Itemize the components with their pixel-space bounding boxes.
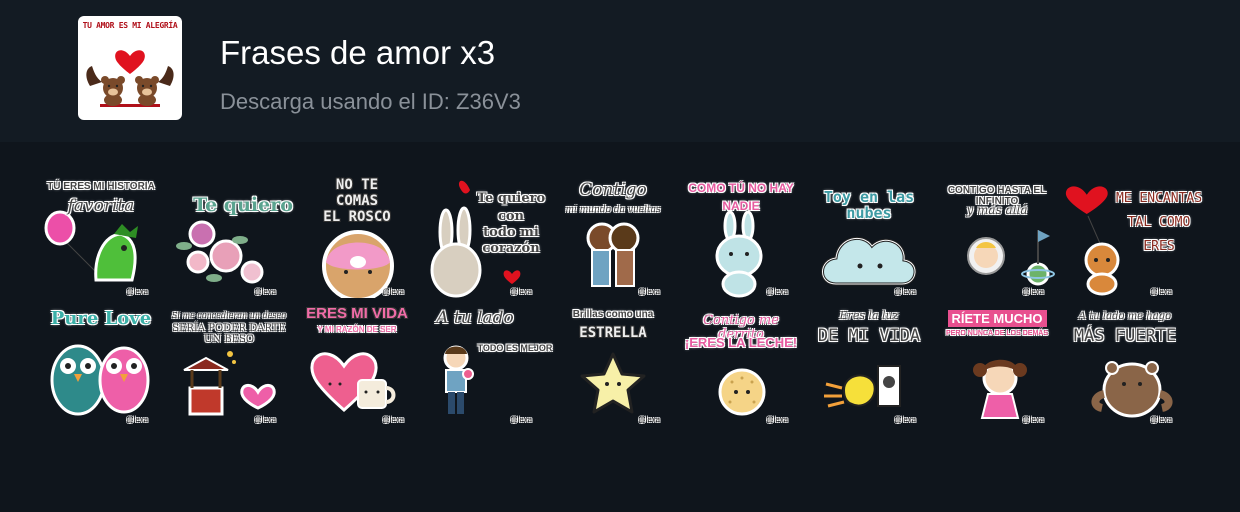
sticker-14[interactable]: Brillas como una ESTRELLA @lexa bbox=[552, 304, 674, 426]
sticker-17[interactable]: RÍETE MUCHO PERO NUNCA DE LOS DEMÁS @lex… bbox=[936, 304, 1058, 426]
sticker-4[interactable]: Te quiero con todo mi corazón @lexa bbox=[424, 176, 546, 298]
sticker-13-watermark: @lexa bbox=[510, 416, 532, 424]
sticker-2[interactable]: Te quiero @lexa bbox=[168, 176, 293, 298]
sticker-10-line-1: Pure Love bbox=[50, 308, 152, 329]
sticker-11-line-1: Si me concedieran un deseo bbox=[171, 311, 287, 320]
sticker-5[interactable]: Contigo mi mundo da vueltas @lexa bbox=[552, 176, 674, 298]
star-art bbox=[580, 352, 646, 414]
sticker-5-watermark: @lexa bbox=[638, 288, 660, 296]
lightbulb-character-art bbox=[824, 365, 901, 408]
sticker-17-watermark: @lexa bbox=[1022, 416, 1044, 424]
sticker-16-line-2: DE MI VIDA bbox=[817, 326, 921, 346]
sticker-18[interactable]: A tu lado me hago MÁS FUERTE @lexa bbox=[1064, 304, 1186, 426]
pack-header: TU AMOR ES MI ALEGRÍA Frases de amor x3 … bbox=[0, 0, 1240, 142]
sticker-6-line-1: COMO TÚ NO HAY bbox=[688, 181, 794, 195]
sticker-3-line-3: EL ROSCO bbox=[323, 209, 391, 225]
sticker-12-watermark: @lexa bbox=[382, 416, 404, 424]
sticker-8-line-2: y más allá bbox=[966, 203, 1028, 217]
sticker-12[interactable]: ERES MI VIDA Y MI RAZÓN DE SER @lexa bbox=[296, 304, 418, 426]
sticker-1-watermark: @lexa bbox=[126, 288, 148, 296]
sticker-17-line-1: RÍETE MUCHO bbox=[936, 310, 1058, 327]
sticker-1-line-2: favorita bbox=[67, 196, 135, 216]
sticker-17-line-1-text: RÍETE MUCHO bbox=[947, 310, 1047, 327]
sticker-5-line-2: mi mundo da vueltas bbox=[565, 205, 661, 215]
sticker-13-line-1: A tu lado bbox=[436, 308, 514, 328]
sticker-14-watermark: @lexa bbox=[638, 416, 660, 424]
sticker-15-line-2: ¡ERES LA LECHE! bbox=[684, 335, 798, 350]
sticker-9-watermark: @lexa bbox=[1150, 288, 1172, 296]
dragon-with-balloon-art bbox=[44, 210, 138, 282]
sticker-9-line-3: ERES bbox=[1143, 239, 1175, 254]
sticker-16-line-1: Eres la luz bbox=[839, 309, 899, 322]
sticker-7-line-1: Toy en las nubes bbox=[823, 188, 915, 222]
sticker-10-watermark: @lexa bbox=[126, 416, 148, 424]
sticker-2-line-1: Te quiero bbox=[193, 194, 293, 216]
pack-title: Frases de amor x3 bbox=[220, 34, 496, 71]
sticker-2-watermark: @lexa bbox=[254, 288, 276, 296]
sticker-11[interactable]: Si me concedieran un deseo SERÍA PODER D… bbox=[168, 304, 290, 426]
sticker-18-watermark: @lexa bbox=[1150, 416, 1172, 424]
pack-icon-art bbox=[86, 50, 174, 107]
sticker-1[interactable]: TÚ ERES MI HISTORIA favorita @lexa bbox=[40, 176, 162, 298]
sticker-18-line-2: MÁS FUERTE bbox=[1073, 326, 1177, 346]
sticker-9[interactable]: ME ENCANTAS TAL COMO ERES @lexa bbox=[1064, 176, 1202, 298]
sticker-3[interactable]: NO TE COMAS EL ROSCO @lexa bbox=[296, 176, 418, 298]
sticker-7-watermark: @lexa bbox=[894, 288, 916, 296]
sticker-4-watermark: @lexa bbox=[510, 288, 532, 296]
sticker-15[interactable]: Contigo me derrito ¡ERES LA LECHE! @lexa bbox=[680, 304, 802, 426]
sticker-12-line-2: Y MI RAZÓN DE SER bbox=[317, 325, 397, 334]
sticker-1-line-1: TÚ ERES MI HISTORIA bbox=[47, 181, 155, 192]
sticker-18-line-1: A tu lado me hago bbox=[1078, 311, 1172, 322]
pack-download-id: Descarga usando el ID: Z36V3 bbox=[220, 89, 521, 114]
sticker-17-line-2: PERO NUNCA DE LOS DEMÁS bbox=[945, 330, 1049, 337]
sticker-5-line-1: Contigo bbox=[579, 180, 647, 200]
sticker-16[interactable]: Eres la luz DE MI VIDA @lexa bbox=[808, 304, 930, 426]
sticker-11-line-2: SERÍA PODER DARTE UN BESO bbox=[172, 323, 286, 345]
sticker-7[interactable]: Toy en las nubes @lexa bbox=[808, 176, 930, 298]
sticker-9-line-2: TAL COMO bbox=[1127, 215, 1191, 230]
bears-with-heart-icon[interactable]: TU AMOR ES MI ALEGRÍA bbox=[78, 16, 182, 120]
sticker-6-line-2: NADIE bbox=[722, 199, 760, 213]
sticker-11-watermark: @lexa bbox=[254, 416, 276, 424]
sticker-9-line-1: ME ENCANTAS bbox=[1115, 191, 1203, 206]
sticker-10[interactable]: Pure Love @lexa bbox=[40, 304, 162, 426]
sticker-6[interactable]: COMO TÚ NO HAY NADIE @lexa bbox=[680, 176, 802, 298]
pack-icon-caption: TU AMOR ES MI ALEGRÍA bbox=[82, 21, 178, 30]
sticker-8[interactable]: CONTIGO HASTA EL INFINITO y más allá @le… bbox=[936, 176, 1058, 298]
sticker-14-line-1: Brillas como una bbox=[572, 309, 654, 320]
cup-and-heart-art bbox=[310, 352, 396, 412]
sticker-16-watermark: @lexa bbox=[894, 416, 916, 424]
sticker-8-watermark: @lexa bbox=[1022, 288, 1044, 296]
sticker-13[interactable]: A tu lado TODO ES MEJOR @lexa bbox=[424, 304, 552, 426]
sticker-6-watermark: @lexa bbox=[766, 288, 788, 296]
sticker-3-line-1: NO TE bbox=[335, 177, 379, 193]
sticker-15-watermark: @lexa bbox=[766, 416, 788, 424]
sticker-14-line-2: ESTRELLA bbox=[579, 325, 647, 341]
sticker-12-line-1: ERES MI VIDA bbox=[306, 305, 408, 322]
sticker-3-line-2: COMAS bbox=[335, 193, 379, 209]
sticker-3-watermark: @lexa bbox=[382, 288, 404, 296]
